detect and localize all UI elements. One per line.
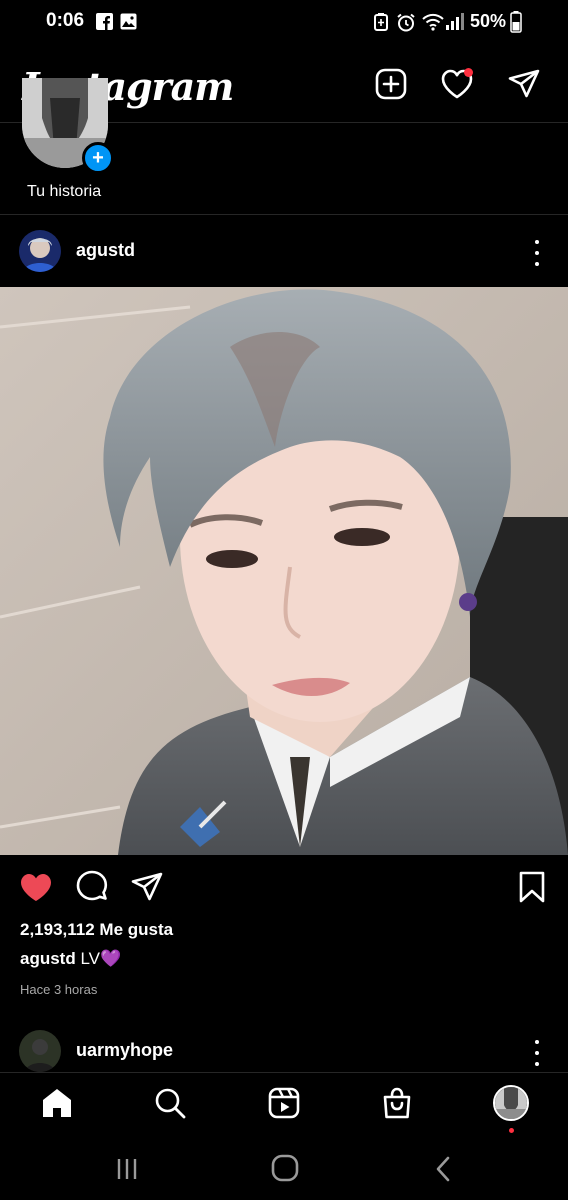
dot [535, 240, 539, 244]
back-icon[interactable] [434, 1156, 452, 1182]
post-time: Hace 3 horas [20, 982, 98, 997]
alarm-icon [397, 13, 415, 32]
dot [535, 262, 539, 266]
post-photo[interactable] [0, 287, 568, 855]
caption-username[interactable]: agustd [20, 949, 76, 968]
direct-message-icon [508, 69, 540, 98]
new-post-button[interactable] [373, 66, 409, 102]
dot [535, 1051, 539, 1055]
nav-home[interactable] [35, 1081, 79, 1125]
post-photo-art [0, 287, 568, 855]
status-time: 0:06 [46, 10, 85, 31]
profile-notification-dot [509, 1128, 514, 1133]
facebook-icon [96, 13, 113, 30]
dot [535, 251, 539, 255]
next-author-photo [19, 1030, 61, 1072]
nav-shop[interactable] [375, 1081, 419, 1125]
like-button[interactable] [17, 868, 55, 906]
status-bar: 0:06 50% [0, 0, 568, 46]
save-button[interactable] [513, 868, 551, 906]
shop-icon [383, 1087, 411, 1119]
add-story-button[interactable]: + [82, 142, 114, 174]
caption-text: LV💜 [80, 949, 122, 968]
likes-count[interactable]: 2,193,112 Me gusta [20, 920, 173, 940]
bookmark-icon [519, 871, 545, 903]
gallery-icon [120, 13, 137, 30]
signal-icon [446, 13, 464, 30]
next-post-avatar[interactable] [19, 1030, 61, 1072]
comment-button[interactable] [73, 868, 111, 906]
recents-icon[interactable] [116, 1157, 138, 1181]
your-story-label: Tu historia [27, 183, 102, 200]
post-options-button[interactable] [527, 240, 547, 266]
share-icon [131, 872, 163, 901]
next-post-username[interactable]: uarmyhope [76, 1040, 173, 1061]
reels-icon [268, 1087, 300, 1119]
author-photo [19, 230, 61, 272]
dot [535, 1040, 539, 1044]
post-caption: agustd LV💜 [20, 949, 121, 969]
liked-heart-icon [21, 873, 51, 901]
post-username[interactable]: agustd [76, 240, 135, 261]
notification-dot [464, 68, 473, 77]
stories-divider [0, 214, 568, 215]
nav-profile-avatar[interactable] [493, 1085, 529, 1121]
home-circle-icon[interactable] [271, 1154, 299, 1182]
nav-search[interactable] [148, 1081, 192, 1125]
comment-icon [76, 870, 108, 901]
profile-photo [495, 1087, 527, 1119]
direct-message-button[interactable] [506, 66, 542, 102]
home-icon [43, 1089, 71, 1117]
dot [535, 1062, 539, 1066]
post-author-avatar[interactable] [19, 230, 61, 272]
battery-saver-icon [374, 13, 388, 31]
battery-percent: 50% [470, 11, 507, 31]
next-post-options-button[interactable] [527, 1040, 547, 1066]
wifi-icon [422, 13, 444, 31]
share-button[interactable] [128, 868, 166, 906]
nav-reels[interactable] [262, 1081, 306, 1125]
battery-icon [510, 11, 522, 33]
new-post-icon [375, 68, 407, 100]
search-icon [155, 1088, 186, 1119]
